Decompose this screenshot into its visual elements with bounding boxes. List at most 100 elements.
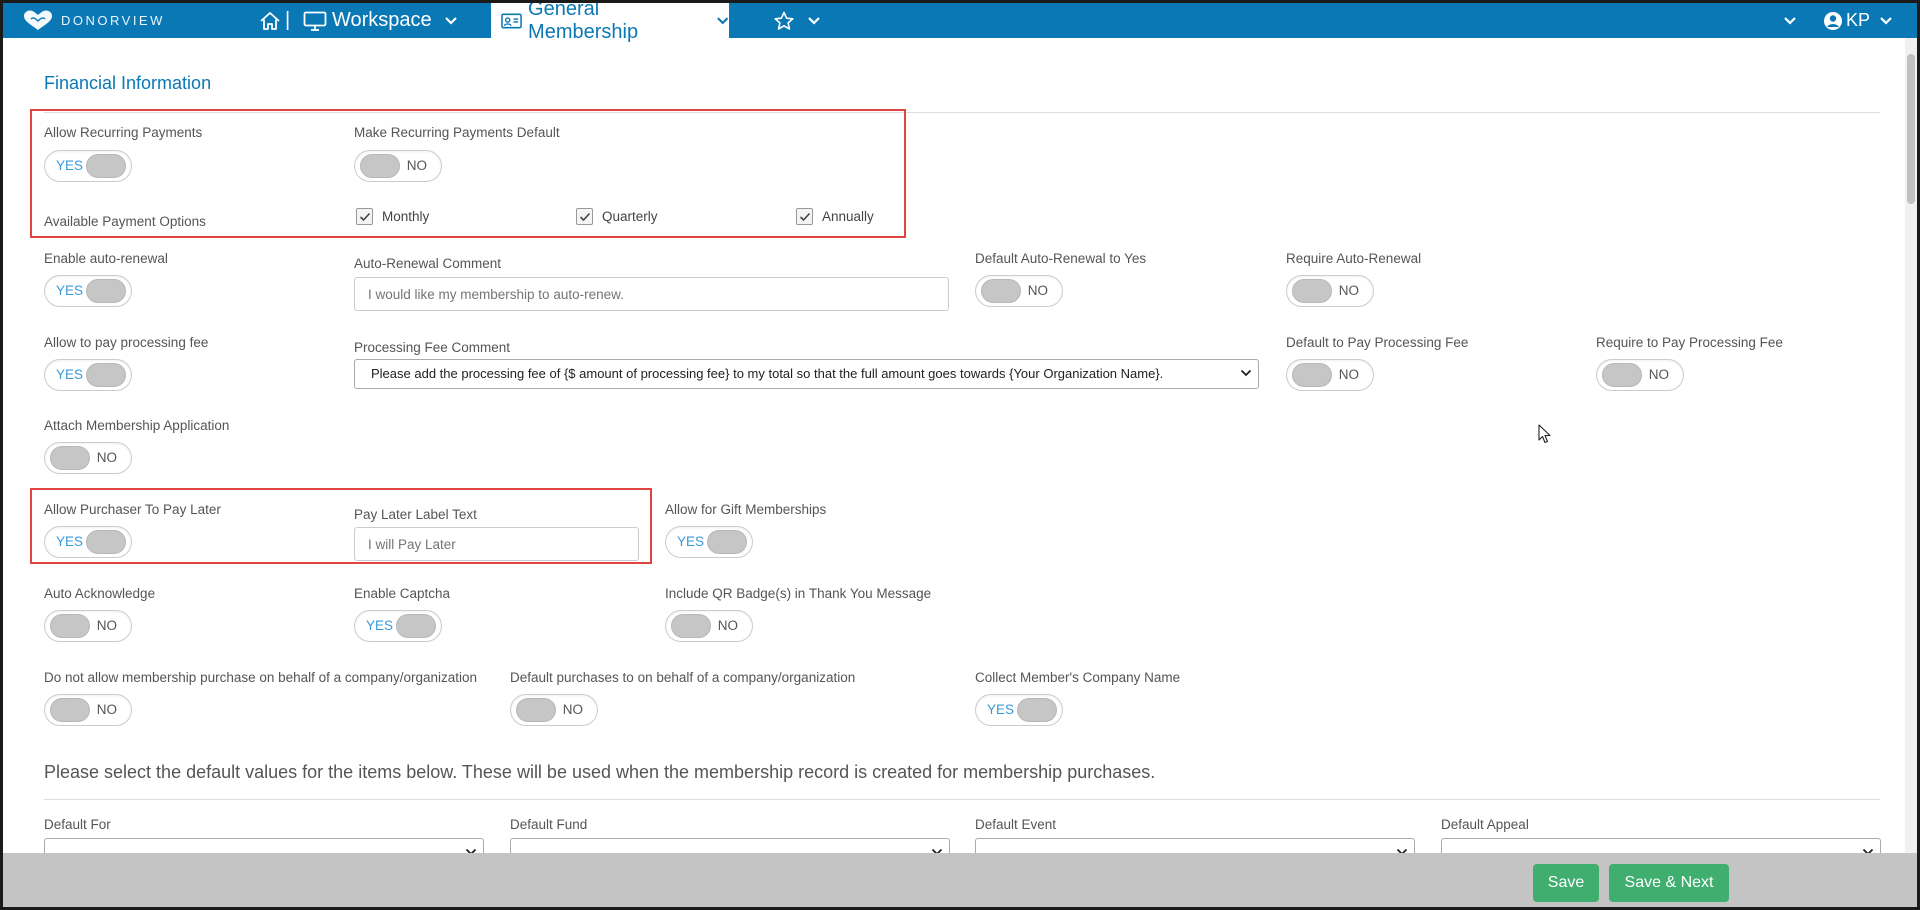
default-appeal-select[interactable] xyxy=(1441,838,1881,853)
toggle-state: YES xyxy=(56,158,84,173)
toggle-state: NO xyxy=(1027,283,1048,298)
favorites-menu[interactable] xyxy=(773,3,821,38)
default-company-label: Default purchases to on behalf of a comp… xyxy=(510,670,856,685)
check-icon xyxy=(359,212,370,221)
disallow-company-toggle[interactable]: NO xyxy=(44,694,132,726)
checkbox-box xyxy=(796,208,813,225)
toggle-state: NO xyxy=(717,618,738,633)
toggle-knob xyxy=(516,698,556,722)
checkbox-box xyxy=(356,208,373,225)
star-icon xyxy=(774,11,794,30)
auto-acknowledge-toggle[interactable]: NO xyxy=(44,610,132,642)
toggle-knob xyxy=(50,614,90,638)
auto-acknowledge-label: Auto Acknowledge xyxy=(44,586,156,601)
user-menu[interactable]: KP xyxy=(1823,3,1893,38)
toggle-knob xyxy=(981,279,1021,303)
default-event-select[interactable] xyxy=(975,838,1415,853)
workspace-label: Workspace xyxy=(332,9,432,31)
chevron-down-icon xyxy=(444,16,457,25)
toggle-state: NO xyxy=(406,158,427,173)
gift-membership-toggle[interactable]: YES xyxy=(665,526,753,558)
toggle-state: NO xyxy=(96,618,117,633)
monthly-checkbox[interactable]: Monthly xyxy=(356,208,429,225)
default-auto-renewal-toggle[interactable]: NO xyxy=(975,275,1063,307)
default-for-select[interactable] xyxy=(44,838,484,853)
user-initials: KP xyxy=(1846,10,1871,30)
allow-recurring-label: Allow Recurring Payments xyxy=(44,125,203,140)
toggle-knob xyxy=(360,154,400,178)
toggle-state: YES xyxy=(56,367,84,382)
section-divider xyxy=(44,112,1880,113)
chevron-down-icon xyxy=(1784,16,1796,25)
pay-later-toggle[interactable]: YES xyxy=(44,526,132,558)
processing-fee-label: Allow to pay processing fee xyxy=(44,335,209,350)
toggle-state: YES xyxy=(56,283,84,298)
default-for-label: Default For xyxy=(44,817,111,832)
quarterly-checkbox[interactable]: Quarterly xyxy=(576,208,658,225)
default-event-label: Default Event xyxy=(975,817,1057,832)
workspace-menu[interactable]: Workspace xyxy=(303,3,458,38)
default-auto-renewal-label: Default Auto-Renewal to Yes xyxy=(975,251,1147,266)
processing-fee-toggle[interactable]: YES xyxy=(44,359,132,391)
recurring-default-toggle[interactable]: NO xyxy=(354,150,442,182)
check-icon xyxy=(799,212,810,221)
captcha-label: Enable Captcha xyxy=(354,586,451,601)
mouse-cursor-icon xyxy=(1538,424,1551,444)
id-card-icon xyxy=(501,13,522,28)
save-next-button[interactable]: Save & Next xyxy=(1609,864,1729,902)
allow-recurring-toggle[interactable]: YES xyxy=(44,150,132,182)
require-auto-renewal-toggle[interactable]: NO xyxy=(1286,275,1374,307)
default-appeal-label: Default Appeal xyxy=(1441,817,1529,832)
disallow-company-label: Do not allow membership purchase on beha… xyxy=(44,670,478,685)
toggle-knob xyxy=(50,446,90,470)
require-processing-fee-label: Require to Pay Processing Fee xyxy=(1596,335,1783,350)
toggle-knob xyxy=(86,530,126,554)
pay-later-text-label: Pay Later Label Text xyxy=(354,507,477,522)
default-fund-select[interactable] xyxy=(510,838,950,853)
gift-membership-label: Allow for Gift Memberships xyxy=(665,502,827,517)
quarterly-label: Quarterly xyxy=(602,209,658,224)
attach-application-label: Attach Membership Application xyxy=(44,418,230,433)
toggle-knob xyxy=(1602,363,1642,387)
collect-company-toggle[interactable]: YES xyxy=(975,694,1063,726)
auto-renewal-comment-input[interactable] xyxy=(354,277,949,311)
toggle-state: YES xyxy=(987,702,1015,717)
user-circle-icon xyxy=(1824,11,1842,30)
qr-badge-toggle[interactable]: NO xyxy=(665,610,753,642)
payment-options-label: Available Payment Options xyxy=(44,214,206,229)
tab-general-membership[interactable]: General Membership xyxy=(491,3,729,43)
default-company-toggle[interactable]: NO xyxy=(510,694,598,726)
home-button[interactable] xyxy=(259,3,281,38)
attach-application-toggle[interactable]: NO xyxy=(44,442,132,474)
home-icon xyxy=(260,11,280,30)
logo-text: DONORVIEW xyxy=(61,12,165,28)
toggle-state: YES xyxy=(366,618,394,633)
require-auto-renewal-label: Require Auto-Renewal xyxy=(1286,251,1422,266)
toggle-knob xyxy=(1292,279,1332,303)
annually-checkbox[interactable]: Annually xyxy=(796,208,874,225)
monthly-label: Monthly xyxy=(382,209,430,224)
donorview-logo[interactable]: DONORVIEW xyxy=(21,8,165,32)
require-processing-fee-toggle[interactable]: NO xyxy=(1596,359,1684,391)
collect-company-label: Collect Member's Company Name xyxy=(975,670,1181,685)
annually-label: Annually xyxy=(822,209,874,224)
processing-fee-comment-select[interactable]: Please add the processing fee of {$ amou… xyxy=(354,359,1259,389)
pay-later-text-input[interactable] xyxy=(354,527,639,561)
save-button[interactable]: Save xyxy=(1533,864,1599,902)
toggle-state: YES xyxy=(56,534,84,549)
section-title: Financial Information xyxy=(44,73,212,93)
scrollbar-thumb[interactable] xyxy=(1907,54,1915,204)
toggle-knob xyxy=(396,614,436,638)
page-scrollbar[interactable] xyxy=(1905,38,1917,853)
auto-renewal-toggle[interactable]: YES xyxy=(44,275,132,307)
default-processing-fee-label: Default to Pay Processing Fee xyxy=(1286,335,1469,350)
toggle-state: NO xyxy=(1338,283,1359,298)
toggle-knob xyxy=(1292,363,1332,387)
defaults-divider xyxy=(44,799,1880,800)
captcha-toggle[interactable]: YES xyxy=(354,610,442,642)
checkbox-box xyxy=(576,208,593,225)
nav-expand-button[interactable] xyxy=(1783,3,1797,38)
default-processing-fee-toggle[interactable]: NO xyxy=(1286,359,1374,391)
toggle-knob xyxy=(1017,698,1057,722)
toggle-knob xyxy=(86,154,126,178)
